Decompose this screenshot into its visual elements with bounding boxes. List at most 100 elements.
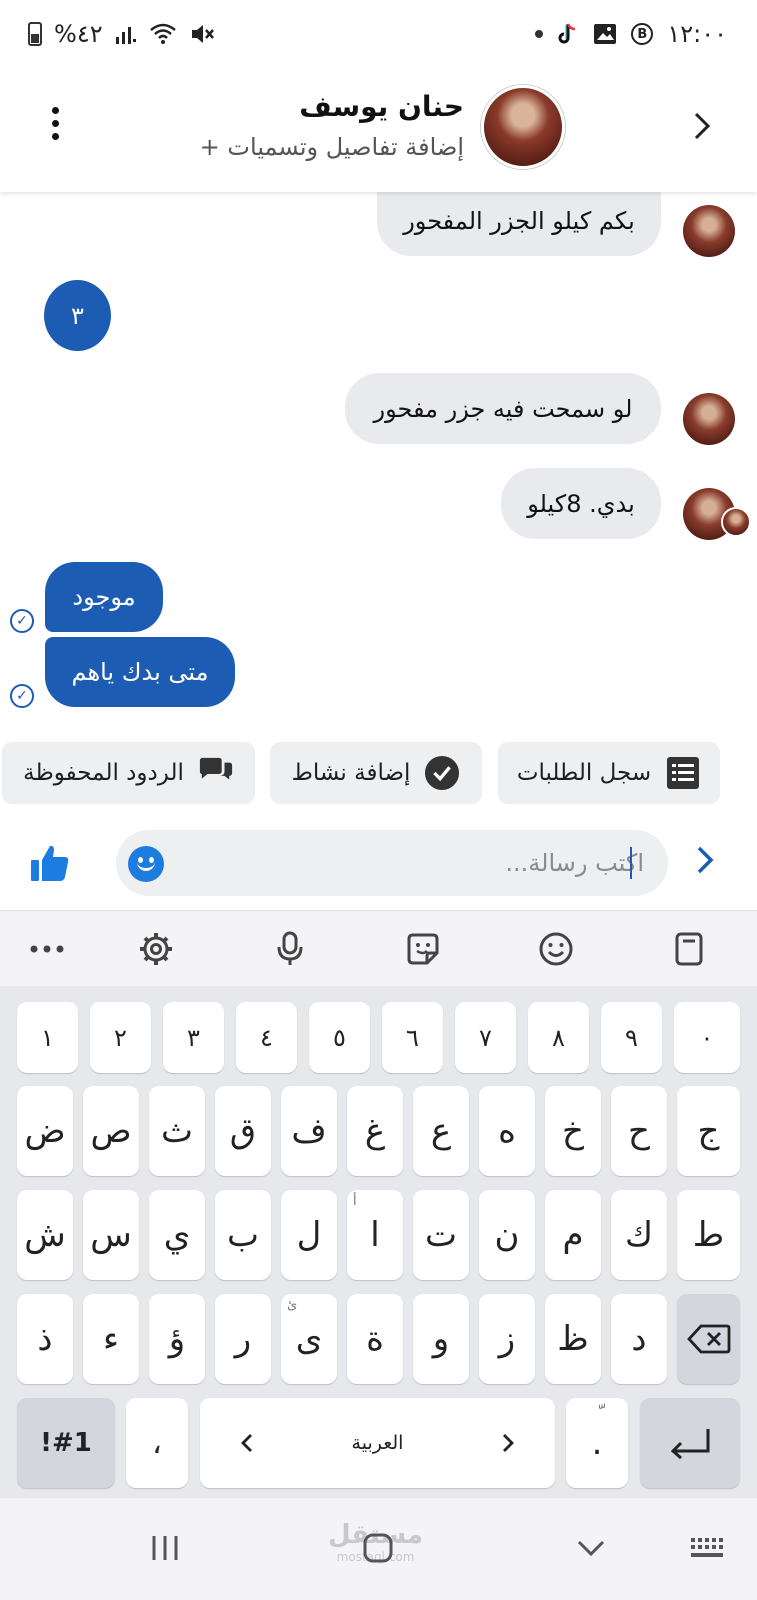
key[interactable]: ٧ (455, 1002, 516, 1073)
key[interactable]: و (413, 1294, 469, 1384)
enter-key[interactable] (640, 1398, 740, 1488)
key[interactable]: ع (413, 1086, 469, 1176)
backspace-key[interactable] (677, 1294, 740, 1384)
delivered-check-icon: ✓ (10, 684, 34, 708)
keyboard-switch-button[interactable] (688, 1528, 728, 1568)
key[interactable]: ٥ (309, 1002, 370, 1073)
emoji-button[interactable] (128, 846, 164, 882)
space-key[interactable]: العربية (200, 1398, 555, 1488)
battery-icon (28, 22, 42, 46)
gallery-icon (594, 24, 617, 44)
message-input-container[interactable] (116, 830, 668, 896)
key[interactable]: ٣ (163, 1002, 224, 1073)
incoming-message[interactable]: بكم كيلو الجزر المفحور (377, 185, 661, 256)
key-label: ا (370, 1215, 380, 1255)
key[interactable]: ه (479, 1086, 535, 1176)
keyboard-toolbar (0, 910, 757, 986)
chevron-right-icon (697, 846, 714, 874)
status-right: B ١٢:٠٠ (535, 20, 727, 48)
contact-avatar[interactable] (481, 85, 565, 169)
chevron-down-icon (577, 1540, 605, 1557)
key[interactable]: ب (215, 1190, 271, 1280)
key[interactable]: ل (281, 1190, 337, 1280)
key[interactable]: ء (83, 1294, 139, 1384)
back-button[interactable] (683, 106, 719, 146)
sender-avatar[interactable] (683, 205, 735, 257)
contact-name[interactable]: حنان يوسف (299, 90, 464, 123)
key-alef[interactable]: أ ا (347, 1190, 403, 1280)
expand-button[interactable] (693, 843, 717, 884)
key[interactable]: ة (347, 1294, 403, 1384)
key-label: ى (295, 1319, 323, 1359)
navigation-bar: مستقل mostaql.com (0, 1498, 757, 1600)
key[interactable]: ز (479, 1294, 535, 1384)
saved-replies-label: الردود المحفوظة (23, 760, 184, 786)
key[interactable]: ؤ (149, 1294, 205, 1384)
message-input[interactable] (214, 844, 644, 882)
incoming-message[interactable]: بدي. 8كيلو (501, 468, 661, 539)
key-hint: ّ (566, 1402, 628, 1426)
key[interactable]: ذ (17, 1294, 73, 1384)
key[interactable]: ق (215, 1086, 271, 1176)
home-button[interactable] (361, 1528, 395, 1568)
key[interactable]: ٢ (90, 1002, 151, 1073)
backspace-icon (686, 1324, 730, 1354)
comma-key[interactable]: ، (126, 1398, 188, 1488)
battery-percent: %٤٢ (54, 20, 103, 48)
key[interactable]: غ (347, 1086, 403, 1176)
key[interactable]: د (611, 1294, 667, 1384)
key[interactable]: ح (611, 1086, 667, 1176)
outgoing-message[interactable]: ٣ (44, 280, 111, 351)
key[interactable]: ج (677, 1086, 740, 1176)
like-button[interactable] (28, 841, 72, 885)
key[interactable]: ٦ (382, 1002, 443, 1073)
status-bar: %٤٢ B ١٢:٠٠ (0, 0, 757, 70)
sender-avatar[interactable] (683, 393, 735, 445)
key[interactable]: ط (677, 1190, 740, 1280)
key[interactable]: ت (413, 1190, 469, 1280)
orders-log-label: سجل الطلبات (516, 760, 652, 786)
outgoing-message[interactable]: موجود (45, 562, 163, 632)
key[interactable]: ر (215, 1294, 271, 1384)
key[interactable]: ٨ (528, 1002, 589, 1073)
key[interactable]: ظ (545, 1294, 601, 1384)
key-alef-maqsura[interactable]: ئ ى (281, 1294, 337, 1384)
key[interactable]: ش (17, 1190, 73, 1280)
emoji-smiley-icon[interactable] (534, 927, 578, 971)
add-activity-label: إضافة نشاط (291, 760, 411, 786)
key[interactable]: ٤ (236, 1002, 297, 1073)
outgoing-message[interactable]: متى بدك ياهم (45, 637, 235, 707)
microphone-icon[interactable] (268, 927, 312, 971)
period-key[interactable]: ّ . (566, 1398, 628, 1488)
key[interactable]: س (83, 1190, 139, 1280)
symbols-key[interactable]: !#1 (17, 1398, 115, 1488)
key[interactable]: ض (17, 1086, 73, 1176)
add-activity-button[interactable]: إضافة نشاط (270, 742, 482, 804)
key[interactable]: ٩ (601, 1002, 662, 1073)
saved-replies-button[interactable]: الردود المحفوظة (2, 742, 255, 804)
hide-keyboard-button[interactable] (574, 1528, 608, 1568)
key[interactable]: ن (479, 1190, 535, 1280)
more-horizontal-icon[interactable] (25, 927, 69, 971)
text-cursor (630, 847, 632, 879)
more-options-button[interactable] (40, 98, 70, 148)
key[interactable]: م (545, 1190, 601, 1280)
key[interactable]: ١ (17, 1002, 78, 1073)
key[interactable]: خ (545, 1086, 601, 1176)
key[interactable]: ث (149, 1086, 205, 1176)
key[interactable]: ف (281, 1086, 337, 1176)
recent-apps-button[interactable] (148, 1528, 182, 1568)
key[interactable]: ك (611, 1190, 667, 1280)
key[interactable]: ي (149, 1190, 205, 1280)
orders-log-button[interactable]: سجل الطلبات (498, 742, 720, 804)
sticker-icon[interactable] (401, 927, 445, 971)
clock: ١٢:٠٠ (667, 20, 727, 48)
settings-gear-icon[interactable] (134, 927, 178, 971)
delivered-check-icon: ✓ (10, 609, 34, 633)
key[interactable]: ٠ (674, 1002, 740, 1073)
add-details-link[interactable]: + إضافة تفاصيل وتسميات (200, 133, 464, 161)
incoming-message[interactable]: لو سمحت فيه جزر مفحور (345, 373, 661, 444)
thumbs-up-icon (31, 845, 69, 881)
clipboard-icon[interactable] (667, 927, 711, 971)
key[interactable]: ص (83, 1086, 139, 1176)
